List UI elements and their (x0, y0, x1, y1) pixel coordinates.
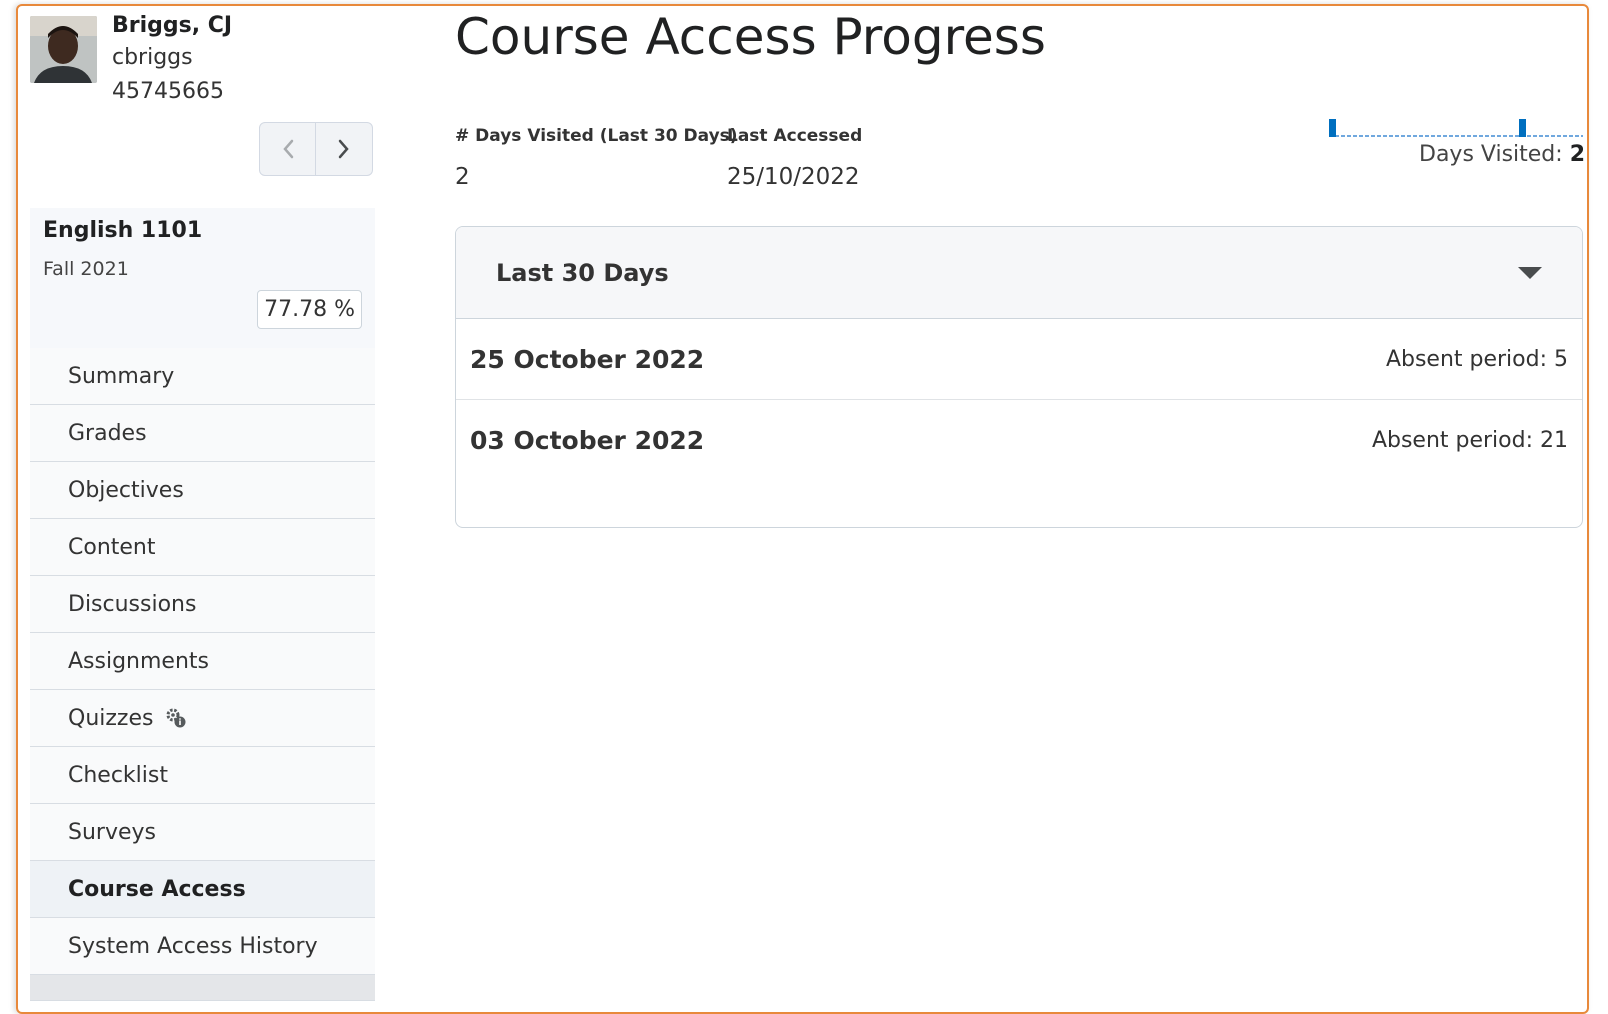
course-grade-badge: 77.78 % (257, 290, 362, 329)
sidebar-item-label: System Access History (68, 933, 318, 959)
absent-period: Absent period: 21 (1371, 427, 1568, 453)
access-panel: Last 30 Days 25 October 2022 Absent peri… (455, 226, 1583, 528)
sidebar-item-system-access-history[interactable]: System Access History (30, 918, 375, 975)
sidebar-item-label: Grades (68, 420, 147, 446)
sidebar-nav: Summary Grades Objectives Content Discus… (30, 348, 375, 1001)
absent-period: Absent period: 5 (1385, 346, 1568, 372)
next-user-button[interactable] (316, 122, 373, 176)
sidebar-item-course-access[interactable]: Course Access (30, 861, 375, 918)
sidebar-item-label: Course Access (68, 876, 246, 902)
sidebar-item-surveys[interactable]: Surveys (30, 804, 375, 861)
sidebar-item-label: Checklist (68, 762, 168, 788)
course-term: Fall 2021 (43, 258, 129, 280)
last-accessed-value: 25/10/2022 (727, 164, 860, 190)
access-row: 25 October 2022 Absent period: 5 (456, 319, 1582, 400)
user-pager (259, 122, 373, 176)
sidebar-item-summary[interactable]: Summary (30, 348, 375, 405)
chevron-right-icon (338, 139, 349, 159)
course-name: English 1101 (43, 218, 203, 243)
sidebar-item-label: Quizzes (68, 705, 154, 731)
sparkline-visit-mark (1519, 119, 1526, 137)
user-username: cbriggs (112, 45, 193, 70)
days-visited-sparkline (1329, 119, 1583, 137)
sidebar-item-label: Content (68, 534, 156, 560)
caret-down-icon (1518, 266, 1542, 279)
sidebar-nav-footer (30, 975, 375, 1001)
access-date: 25 October 2022 (470, 344, 705, 374)
sparkline-caption-label: Days Visited: (1419, 142, 1563, 167)
sidebar-item-content[interactable]: Content (30, 519, 375, 576)
days-visited-label: # Days Visited (Last 30 Days) (455, 126, 738, 146)
avatar (30, 16, 97, 83)
sidebar-item-label: Summary (68, 363, 175, 389)
days-visited-stat: # Days Visited (Last 30 Days) 2 (455, 126, 738, 190)
sidebar-item-quizzes[interactable]: Quizzes (30, 690, 375, 747)
sparkline-caption: Days Visited: 2 (1419, 142, 1585, 167)
course-card: English 1101 Fall 2021 77.78 % (30, 208, 375, 348)
sidebar-item-label: Surveys (68, 819, 156, 845)
sparkline-visit-mark (1329, 119, 1336, 137)
sidebar-item-checklist[interactable]: Checklist (30, 747, 375, 804)
period-dropdown[interactable]: Last 30 Days (456, 227, 1582, 319)
gear-info-icon (166, 708, 186, 728)
access-row: 03 October 2022 Absent period: 21 (456, 400, 1582, 480)
sparkline-caption-value: 2 (1569, 142, 1585, 167)
user-name: Briggs, CJ (112, 13, 233, 38)
days-visited-value: 2 (455, 164, 470, 190)
last-accessed-label: Last Accessed (727, 126, 863, 146)
previous-user-button[interactable] (259, 122, 316, 176)
sidebar-item-grades[interactable]: Grades (30, 405, 375, 462)
sidebar-item-label: Assignments (68, 648, 209, 674)
user-info: Briggs, CJ cbriggs 45745665 (112, 12, 232, 110)
sidebar-item-label: Objectives (68, 477, 184, 503)
sidebar-item-assignments[interactable]: Assignments (30, 633, 375, 690)
sidebar-item-discussions[interactable]: Discussions (30, 576, 375, 633)
sidebar-item-label: Discussions (68, 591, 197, 617)
access-date: 03 October 2022 (470, 425, 705, 455)
user-id: 45745665 (112, 79, 224, 104)
last-accessed-stat: Last Accessed 25/10/2022 (727, 126, 862, 190)
page-title: Course Access Progress (455, 8, 1046, 66)
chevron-left-icon (282, 139, 293, 159)
period-dropdown-label: Last 30 Days (496, 258, 669, 287)
sidebar-item-objectives[interactable]: Objectives (30, 462, 375, 519)
